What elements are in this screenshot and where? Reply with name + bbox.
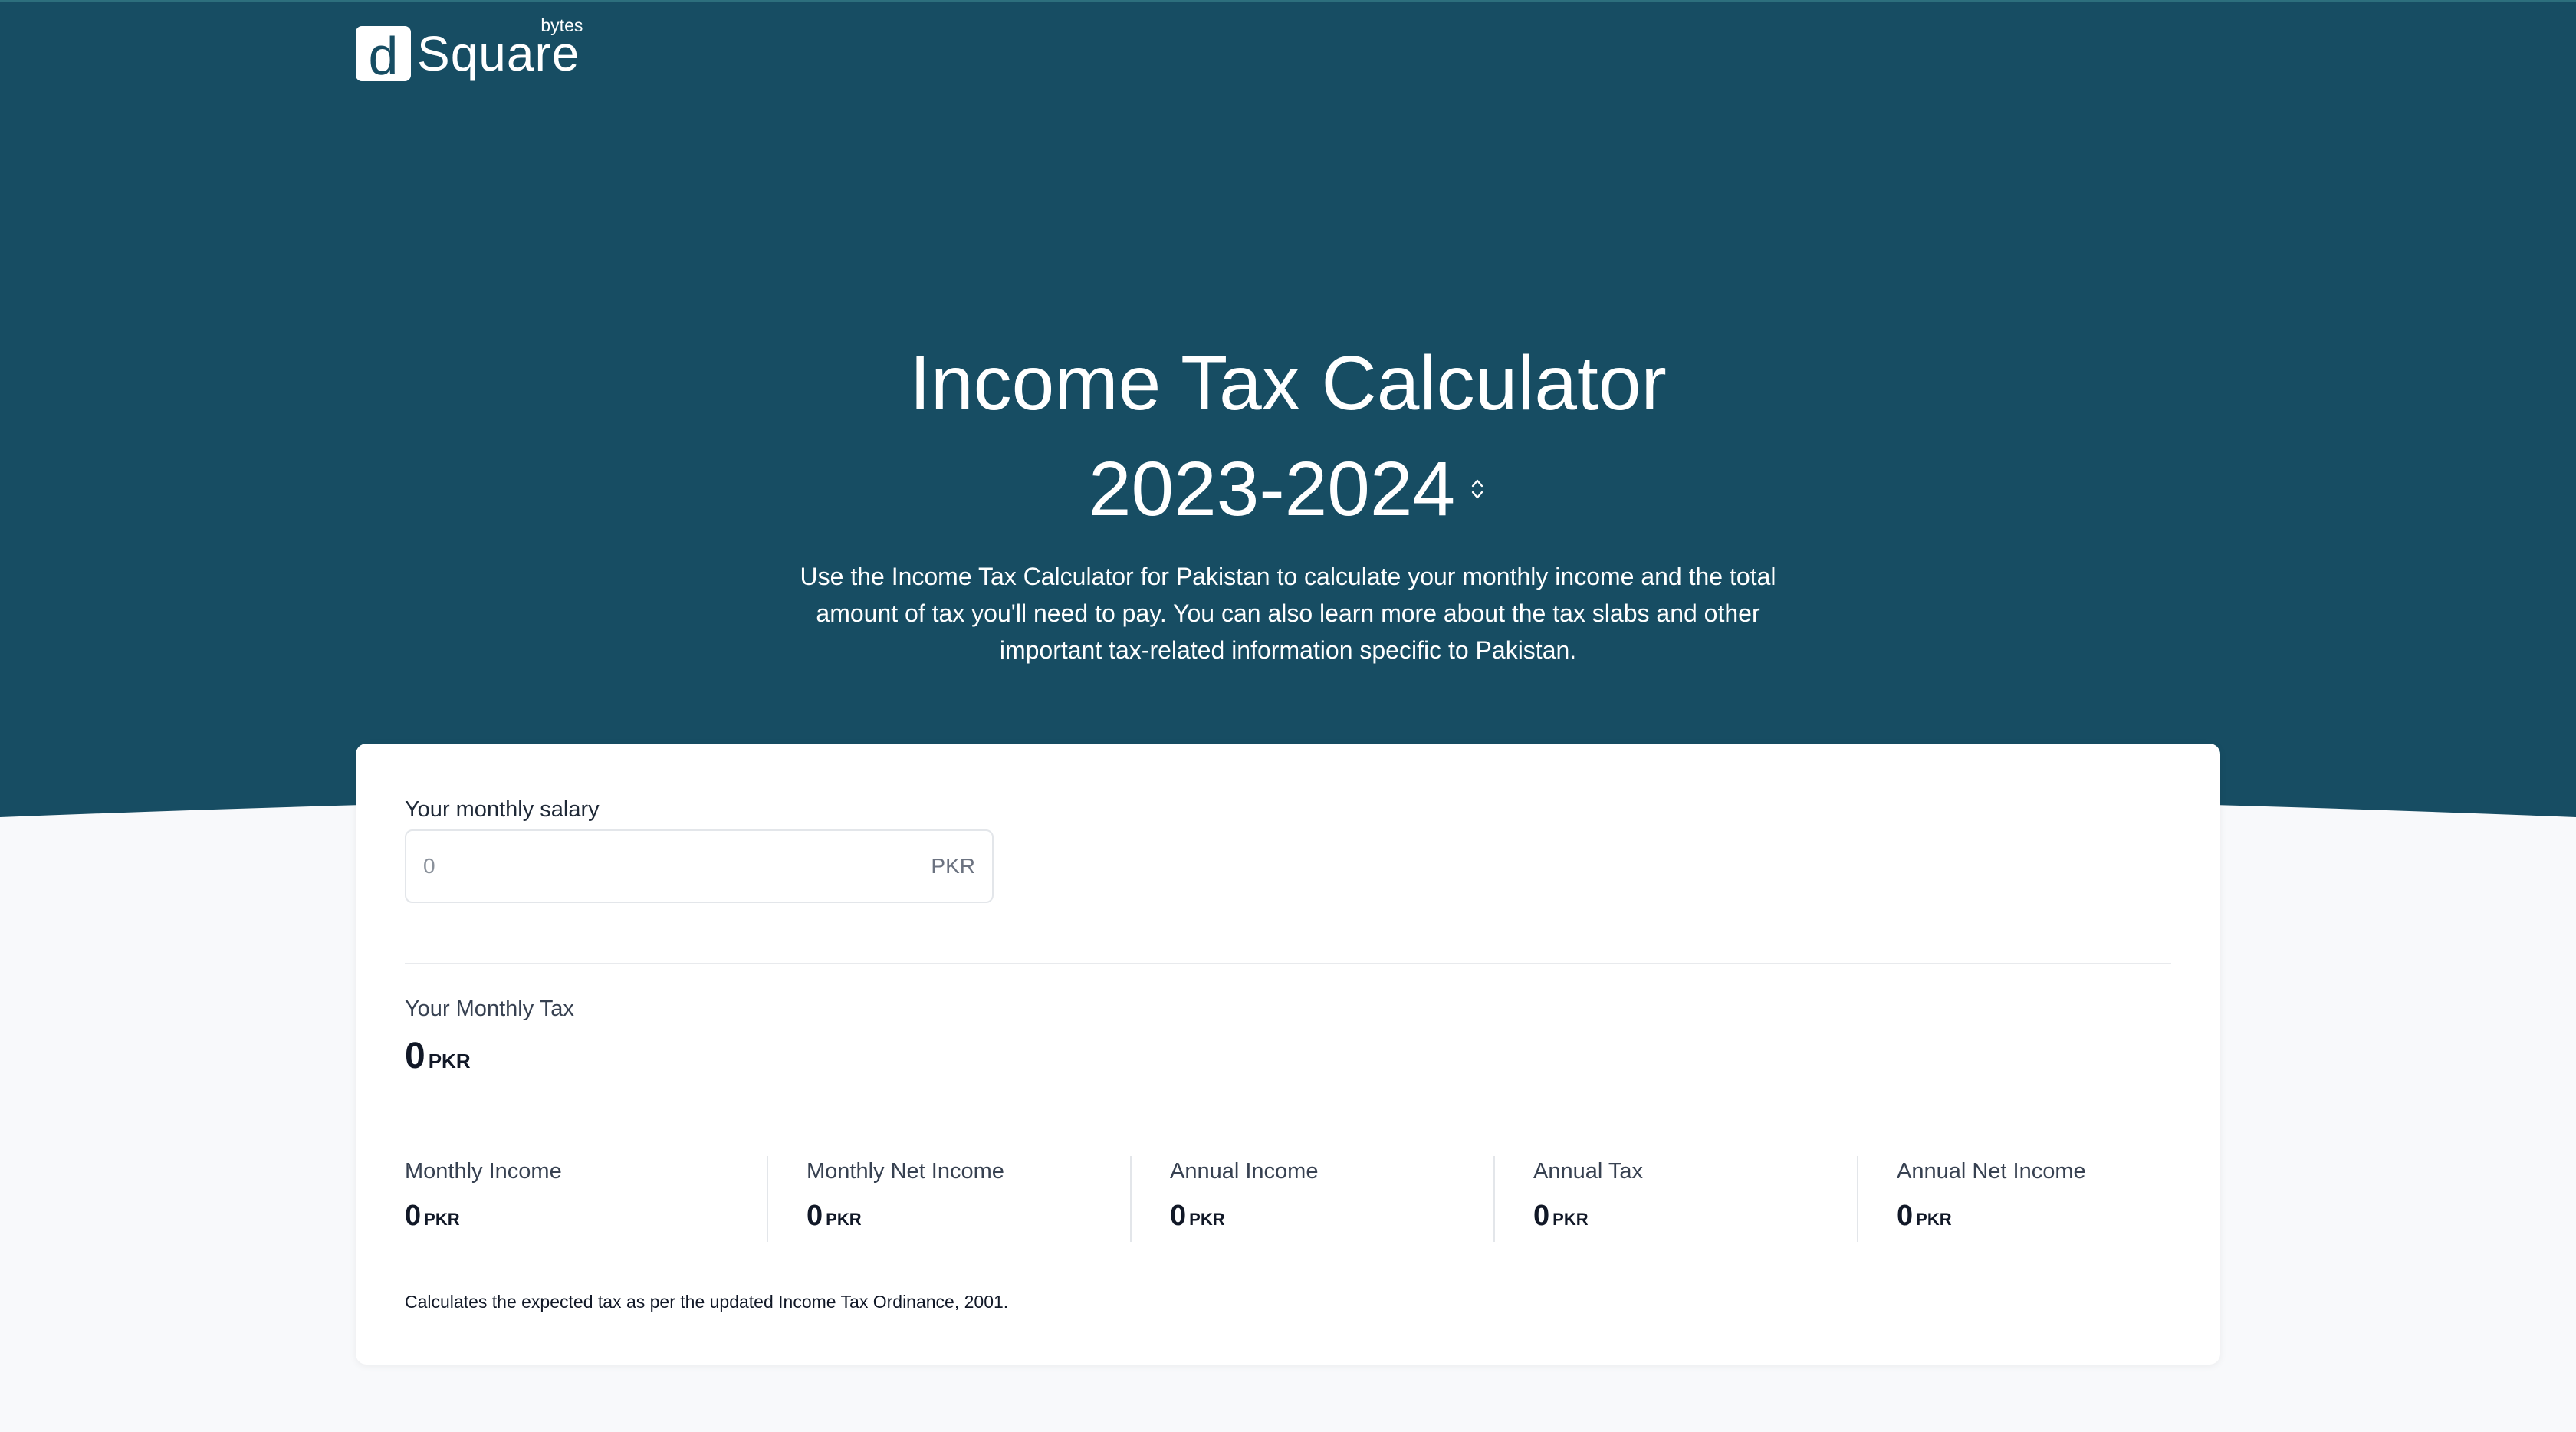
stat-value: 0 xyxy=(405,1200,422,1232)
salary-field[interactable]: PKR xyxy=(405,829,994,903)
monthly-tax-result: 0 PKR xyxy=(405,1033,471,1079)
stat-value: 0 xyxy=(1533,1200,1550,1232)
summary-stats: Monthly Income 0 PKR Monthly Net Income … xyxy=(405,1156,2171,1242)
monthly-tax-value: 0 xyxy=(405,1036,426,1076)
stat-separator xyxy=(1857,1156,1858,1242)
stat-label: Annual Net Income xyxy=(1897,1159,2086,1184)
stat-value-row: 0 PKR xyxy=(1533,1199,1643,1233)
stat-label: Monthly Net Income xyxy=(807,1159,1004,1184)
stat-separator xyxy=(1493,1156,1495,1242)
monthly-tax-unit: PKR xyxy=(428,1049,471,1072)
page: d Square bytes Income Tax Calculator 202… xyxy=(0,0,2576,1432)
stat-monthly-income: Monthly Income 0 PKR xyxy=(405,1156,562,1242)
stat-unit: PKR xyxy=(1552,1210,1589,1229)
stat-unit: PKR xyxy=(424,1210,460,1229)
calculation-note: Calculates the expected tax as per the u… xyxy=(405,1292,1009,1312)
calculator-card: Your monthly salary PKR Your Monthly Tax… xyxy=(356,744,2220,1365)
logo-letter: d xyxy=(368,26,399,81)
salary-label: Your monthly salary xyxy=(405,797,600,822)
stat-separator xyxy=(767,1156,768,1242)
logo-wordmark: Square bytes xyxy=(417,16,583,80)
stat-value-row: 0 PKR xyxy=(405,1199,562,1233)
stat-value: 0 xyxy=(1170,1200,1187,1232)
stat-annual-tax: Annual Tax 0 PKR xyxy=(1533,1156,1643,1242)
stat-monthly-net-income: Monthly Net Income 0 PKR xyxy=(807,1156,1004,1242)
stat-annual-income: Annual Income 0 PKR xyxy=(1170,1156,1318,1242)
brand-logo[interactable]: d Square bytes xyxy=(356,16,583,84)
stat-label: Annual Income xyxy=(1170,1159,1319,1184)
stat-value: 0 xyxy=(807,1200,823,1232)
hero-description: Use the Income Tax Calculator for Pakist… xyxy=(800,563,1776,664)
stat-unit: PKR xyxy=(1916,1210,1952,1229)
stat-value-row: 0 PKR xyxy=(807,1199,1004,1233)
logo-superscript: bytes xyxy=(540,15,583,35)
tax-year-selector[interactable]: 2023-2024 xyxy=(0,443,2576,535)
monthly-tax-label: Your Monthly Tax xyxy=(405,997,574,1021)
stat-separator xyxy=(1130,1156,1132,1242)
stat-label: Annual Tax xyxy=(1533,1159,1643,1184)
salary-input[interactable] xyxy=(423,854,932,879)
chevron-up-down-icon[interactable] xyxy=(1467,474,1487,504)
logo-mark: d xyxy=(356,26,411,81)
stat-value-row: 0 PKR xyxy=(1897,1199,2086,1233)
stat-value: 0 xyxy=(1897,1200,1914,1232)
divider xyxy=(405,963,2171,964)
stat-unit: PKR xyxy=(1189,1210,1225,1229)
stat-annual-net-income: Annual Net Income 0 PKR xyxy=(1897,1156,2086,1242)
stat-unit: PKR xyxy=(826,1210,862,1229)
salary-unit: PKR xyxy=(931,854,975,878)
stat-label: Monthly Income xyxy=(405,1159,562,1184)
stat-value-row: 0 PKR xyxy=(1170,1199,1318,1233)
page-title: Income Tax Calculator xyxy=(909,340,1667,426)
tax-year-value[interactable]: 2023-2024 xyxy=(1089,443,1455,535)
